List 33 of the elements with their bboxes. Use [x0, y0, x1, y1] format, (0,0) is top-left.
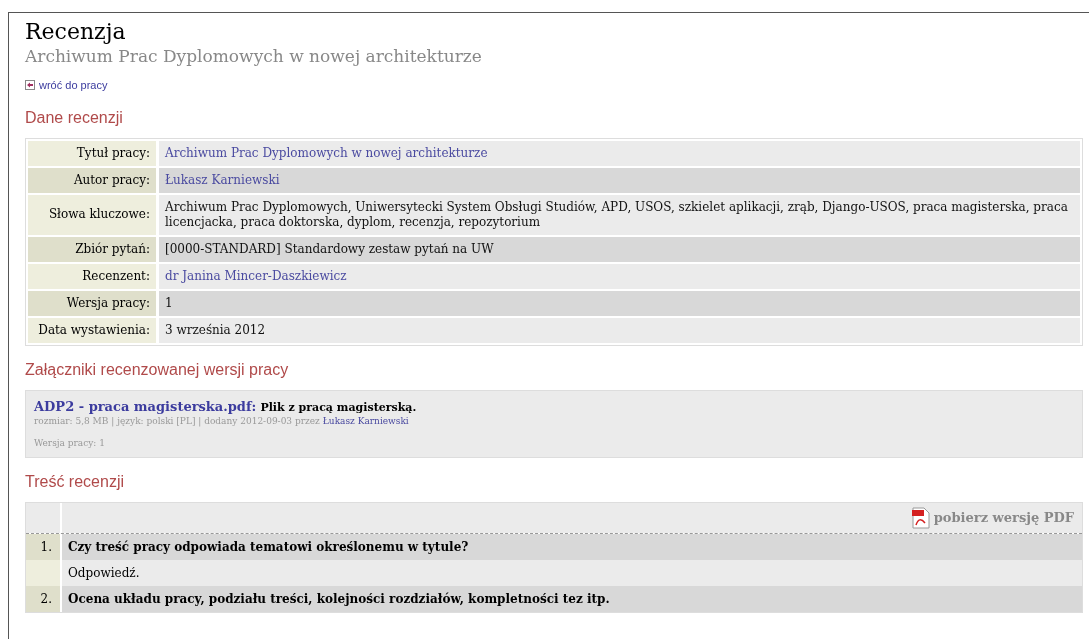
pdf-icon	[911, 506, 930, 529]
file-description: Plik z pracą magisterską.	[260, 399, 417, 416]
field-label: Autor pracy:	[28, 167, 156, 193]
page-title: Recenzja	[25, 19, 127, 45]
question-number: 1.	[26, 533, 62, 560]
field-label: Zbiór pytań:	[28, 236, 156, 262]
section-heading: Załączniki recenzowanej wersji pracy	[25, 359, 290, 380]
field-label: Data wystawienia:	[28, 317, 156, 343]
field-label: Wersja pracy:	[28, 290, 156, 316]
page-subtitle: Archiwum Prac Dyplomowych w nowej architekturze	[25, 45, 483, 67]
field-value: 1	[165, 295, 173, 311]
field-value: 3 września 2012	[165, 322, 266, 338]
field-label: Tytuł pracy:	[28, 140, 156, 166]
field-value: Archiwum Prac Dyplomowych, Uniwersytecki System Obsługi Studiów, APD, USOS, szkielet aplikacji, zrąb, Django-USOS, praca magisterska, praca licencjacka, praca doktorska, dyplom, recenzja, repozytorium	[165, 199, 1069, 230]
file-meta: rozmiar: 5,8 MB | język: polski [PL] | dodany 2012-09-03 przez	[34, 416, 320, 427]
field-label: Recenzent:	[28, 263, 156, 289]
table-cell	[26, 559, 62, 586]
section-heading: Dane recenzji	[25, 107, 124, 128]
section-heading: Treść recenzji	[25, 471, 125, 492]
file-version: Wersja pracy: 1	[34, 437, 106, 450]
question-text: Ocena układu pracy, podziału treści, kolejności rozdziałów, kompletności tez itp.	[62, 585, 1082, 612]
back-link[interactable]: wróć do pracy	[39, 77, 108, 94]
field-link[interactable]: Łukasz Karniewski	[165, 172, 280, 188]
separator: :	[251, 397, 257, 416]
file-link[interactable]: ADP2 - praca magisterska.pdf	[34, 396, 252, 416]
field-link[interactable]: dr Janina Mincer-Daszkiewicz	[165, 268, 347, 284]
back-arrow-icon	[25, 80, 35, 91]
field-label: Słowa kluczowe:	[28, 194, 156, 235]
author-link[interactable]: Łukasz Karniewski	[322, 416, 409, 427]
question-text: Czy treść pracy odpowiada tematowi określonemu w tytule?	[62, 533, 1082, 560]
field-value: [0000-STANDARD] Standardowy zestaw pytań na UW	[165, 241, 494, 257]
question-number: 2.	[26, 585, 62, 612]
answer-text: Odpowiedź.	[62, 559, 1082, 586]
